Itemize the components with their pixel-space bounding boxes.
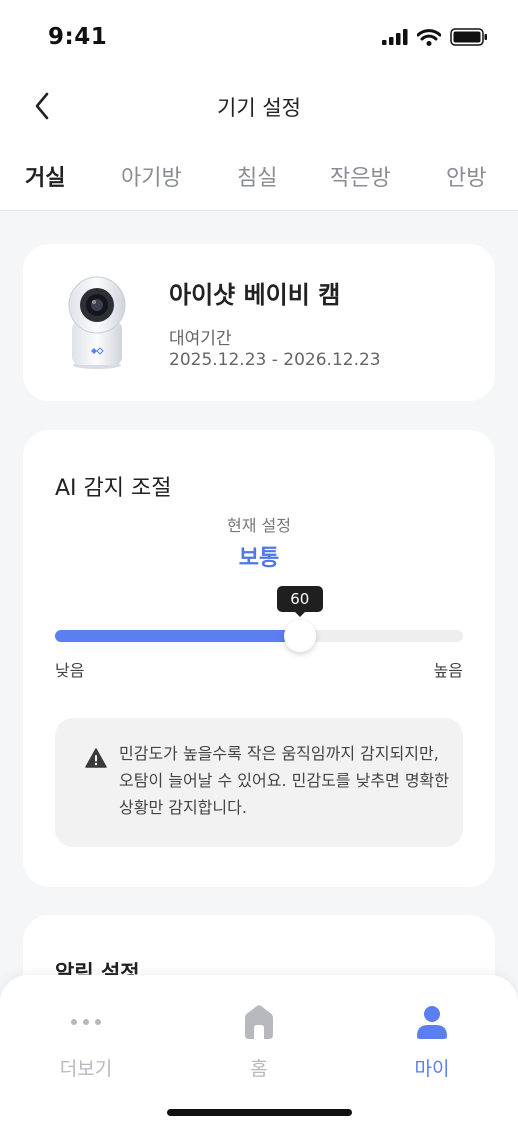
slider-thumb[interactable] bbox=[283, 620, 316, 652]
more-dots-icon bbox=[66, 1002, 106, 1042]
status-time: 9:41 bbox=[48, 24, 108, 50]
tab-bedroom[interactable]: 침실 bbox=[237, 160, 277, 192]
rental-period: 2025.12.23 - 2026.12.23 bbox=[169, 350, 381, 370]
home-indicator bbox=[167, 1109, 352, 1116]
nav-item-more[interactable]: 더보기 bbox=[0, 975, 172, 1085]
person-icon bbox=[412, 1002, 452, 1042]
tab-baby-room[interactable]: 아기방 bbox=[121, 160, 182, 192]
status-bar: 9:41 bbox=[0, 0, 518, 76]
low-label: 낮음 bbox=[55, 661, 85, 680]
battery-icon bbox=[450, 28, 487, 46]
header-area: 9:41 기기 설정 거실 아기방 침실 작은방 안방 bbox=[0, 0, 518, 211]
wifi-icon bbox=[417, 28, 441, 46]
tab-small-room[interactable]: 작은방 bbox=[330, 160, 391, 192]
nav-label-more: 더보기 bbox=[59, 1058, 113, 1080]
warning-box: 민감도가 높을수록 작은 움직임까지 감지되지만, 오탐이 늘어날 수 있어요.… bbox=[55, 718, 463, 847]
high-label: 높음 bbox=[433, 661, 463, 680]
baby-camera-image bbox=[68, 276, 126, 369]
nav-item-home[interactable]: 홈 bbox=[173, 975, 345, 1085]
rental-label: 대여기간 bbox=[169, 329, 232, 349]
home-icon bbox=[239, 1002, 279, 1042]
nav-label-home: 홈 bbox=[250, 1058, 268, 1080]
status-icons bbox=[382, 28, 488, 46]
device-name: 아이샷 베이비 캠 bbox=[169, 281, 341, 309]
ai-detection-title: AI 감지 조절 bbox=[55, 476, 172, 501]
slider-value-tooltip: 60 bbox=[276, 586, 323, 617]
nav-label-my: 마이 bbox=[414, 1058, 450, 1080]
tab-living-room[interactable]: 거실 bbox=[25, 160, 65, 192]
navigation-bar: 기기 설정 bbox=[0, 76, 518, 136]
current-setting-value: 보통 bbox=[238, 546, 280, 571]
signal-icon bbox=[382, 29, 408, 45]
warning-icon bbox=[85, 748, 107, 768]
bottom-navigation: 더보기 홈 마이 bbox=[0, 975, 518, 1124]
current-setting-label: 현재 설정 bbox=[227, 516, 291, 535]
sensitivity-slider[interactable]: 60 bbox=[55, 586, 463, 652]
page-title: 기기 설정 bbox=[217, 96, 301, 120]
tab-master-room[interactable]: 안방 bbox=[446, 160, 486, 192]
ai-detection-card: AI 감지 조절 현재 설정 보통 60 낮음 높음 민감도가 높을수록 작은 … bbox=[23, 430, 495, 887]
device-card[interactable]: 아이샷 베이비 캠 대여기간 2025.12.23 - 2026.12.23 bbox=[23, 244, 495, 401]
room-tabs: 거실 아기방 침실 작은방 안방 bbox=[0, 150, 518, 200]
nav-item-my[interactable]: 마이 bbox=[346, 975, 518, 1085]
slider-fill bbox=[55, 630, 300, 642]
warning-text: 민감도가 높을수록 작은 움직임까지 감지되지만, 오탐이 늘어날 수 있어요.… bbox=[119, 744, 450, 817]
